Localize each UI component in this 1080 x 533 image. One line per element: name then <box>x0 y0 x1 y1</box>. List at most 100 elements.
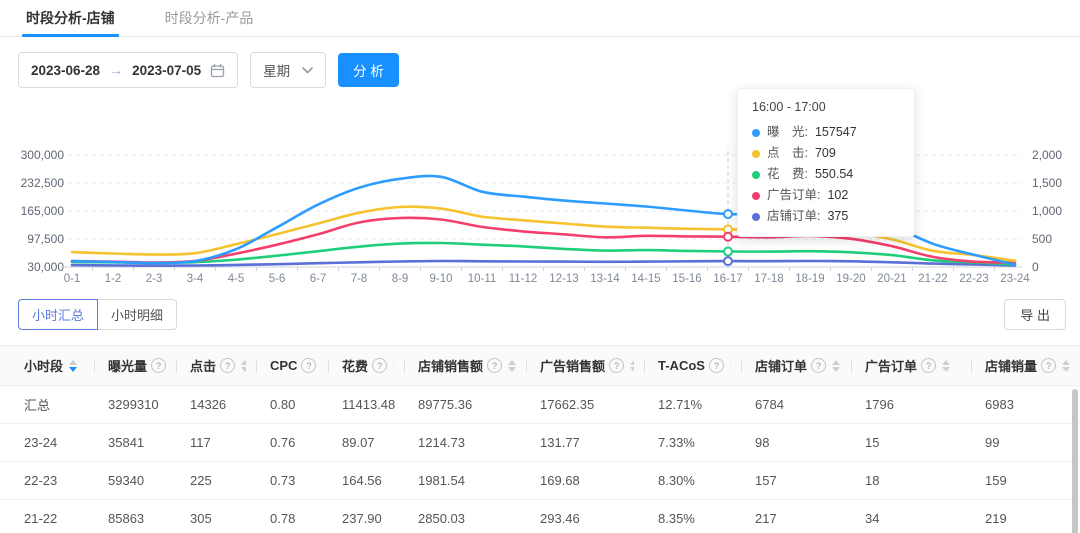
analyze-button[interactable]: 分 析 <box>338 53 399 87</box>
sort-desc-icon[interactable] <box>1062 366 1071 372</box>
column-header-T-ACoS[interactable]: T-ACoS? <box>634 345 738 386</box>
column-header-广告销售额[interactable]: 广告销售额? <box>516 345 639 386</box>
x-axis-label: 9-10 <box>429 273 452 285</box>
sort-asc-icon[interactable] <box>942 359 951 365</box>
table-toolbar: 小时汇总 小时明细 导 出 <box>18 299 1066 330</box>
table-cell: 17662.35 <box>516 385 634 424</box>
x-axis-label: 7-8 <box>351 273 368 285</box>
table-cell: 18 <box>841 461 961 500</box>
column-header-店铺销售额[interactable]: 店铺销售额? <box>394 345 517 386</box>
sort-icons[interactable] <box>832 359 841 372</box>
chart-tooltip: 16:00 - 17:00 曝 光: 157547 点 击: 709 花 费: 550.5… <box>737 88 915 237</box>
table-row: 22-23 59340 225 0.73 164.56 1981.54 169.68 8.30… <box>0 461 1080 500</box>
sort-icons[interactable] <box>942 359 951 372</box>
hour-summary-button[interactable]: 小时汇总 <box>18 299 99 330</box>
table-scrollbar[interactable] <box>1072 389 1078 533</box>
help-icon[interactable]: ? <box>811 358 827 373</box>
column-label: 广告订单 <box>865 359 918 374</box>
tooltip-item-value: 102 <box>827 188 849 202</box>
series-dot-icon <box>752 128 760 137</box>
left-axis-tick: 232,500 <box>21 176 65 190</box>
column-label: 点击 <box>190 359 217 374</box>
tab-shop-analysis[interactable]: 时段分析-店铺 <box>22 0 119 37</box>
column-header-广告订单[interactable]: 广告订单? <box>841 345 961 386</box>
column-header-花费[interactable]: 花费? <box>318 345 402 386</box>
x-axis-label: 11-12 <box>509 273 538 285</box>
x-axis-label: 8-9 <box>392 273 409 285</box>
sort-asc-icon[interactable] <box>1062 359 1071 365</box>
right-axis-tick: 0 <box>1032 260 1039 274</box>
column-label: T-ACoS <box>658 358 705 373</box>
x-axis-label: 6-7 <box>310 273 327 285</box>
sort-icons[interactable] <box>1062 359 1071 372</box>
help-icon[interactable]: ? <box>220 358 236 373</box>
table-cell: 6784 <box>731 385 841 424</box>
column-header-CPC[interactable]: CPC? <box>246 345 331 386</box>
date-start-value[interactable]: 2023-06-28 <box>31 63 100 78</box>
sort-asc-icon[interactable] <box>832 359 841 365</box>
left-axis-tick: 165,000 <box>21 204 65 218</box>
x-axis-label: 0-1 <box>64 273 81 285</box>
tooltip-item-value: 375 <box>827 209 849 223</box>
table-cell: 22-23 <box>0 461 84 500</box>
chevron-down-icon <box>302 66 313 73</box>
help-icon[interactable]: ? <box>487 358 503 373</box>
sort-desc-icon[interactable] <box>942 366 951 372</box>
table-cell: 225 <box>166 461 246 500</box>
column-header-点击[interactable]: 点击? <box>166 345 250 386</box>
table-cell: 23-24 <box>0 423 84 462</box>
help-icon[interactable]: ? <box>151 358 167 373</box>
table-cell: 11413.48 <box>318 385 395 424</box>
page: 时段分析-店铺 时段分析-产品 2023-06-28 → 2023-07-05 … <box>0 0 1080 533</box>
help-icon[interactable]: ? <box>609 358 625 373</box>
column-label: 店铺销售额 <box>418 359 484 374</box>
x-axis-label: 1-2 <box>105 273 122 285</box>
table-cell: 293.46 <box>516 499 634 533</box>
sort-icons[interactable] <box>69 359 78 372</box>
tooltip-item-label: 广告订单: <box>767 188 821 202</box>
x-axis-label: 15-16 <box>672 273 701 285</box>
help-icon[interactable]: ? <box>708 358 724 373</box>
tooltip-item: 花 费: 550.54 <box>752 164 900 185</box>
sort-desc-icon[interactable] <box>508 366 517 372</box>
help-icon[interactable]: ? <box>921 358 937 373</box>
tooltip-title: 16:00 - 17:00 <box>752 100 826 114</box>
sort-asc-icon[interactable] <box>69 359 78 365</box>
table-cell: 15 <box>841 423 961 462</box>
sort-asc-icon[interactable] <box>508 359 517 365</box>
help-icon[interactable]: ? <box>301 358 317 373</box>
table-cell: 0.76 <box>246 423 318 462</box>
sort-desc-icon[interactable] <box>69 366 78 372</box>
hover-marker-曝光 <box>723 209 733 220</box>
table-cell: 89.07 <box>318 423 394 462</box>
table-cell: 1981.54 <box>394 461 516 500</box>
tooltip-item: 店铺订单: 375 <box>752 206 900 227</box>
date-range-picker[interactable]: 2023-06-28 → 2023-07-05 <box>18 52 239 88</box>
column-header-店铺销量[interactable]: 店铺销量? <box>961 345 1080 386</box>
table-cell: 85863 <box>84 499 166 533</box>
help-icon[interactable]: ? <box>372 358 388 373</box>
column-header-店铺订单[interactable]: 店铺订单? <box>731 345 841 386</box>
table-cell: 3299310 <box>84 385 166 424</box>
table-cell: 0.78 <box>246 499 318 533</box>
sort-icons[interactable] <box>508 359 517 372</box>
tab-product-analysis-label: 时段分析-产品 <box>164 10 254 26</box>
granularity-select[interactable]: 星期 <box>250 52 327 88</box>
tab-bar: 时段分析-店铺 时段分析-产品 <box>0 0 1080 37</box>
tooltip-items: 曝 光: 157547 点 击: 709 花 费: 550.54 广告订单: 102 店铺订单:… <box>752 122 900 227</box>
line-chart[interactable]: 300,000 2,000 232,500 1,500 165,000 1,000 97,5… <box>0 93 1080 295</box>
help-icon[interactable]: ? <box>1041 358 1057 373</box>
date-end-value[interactable]: 2023-07-05 <box>132 63 201 78</box>
table-cell: 34 <box>841 499 961 533</box>
column-header-曝光量[interactable]: 曝光量? <box>84 345 181 386</box>
date-range-arrow-icon: → <box>109 62 124 78</box>
table-cell: 219 <box>961 499 1080 533</box>
sort-desc-icon[interactable] <box>832 366 841 372</box>
column-label: 曝光量 <box>108 359 148 374</box>
tab-product-analysis[interactable]: 时段分析-产品 <box>163 0 256 36</box>
table-cell: 164.56 <box>318 461 394 500</box>
column-header-小时段[interactable]: 小时段 <box>0 345 84 386</box>
tooltip-item-value: 550.54 <box>814 167 854 181</box>
hour-detail-button[interactable]: 小时明细 <box>97 299 178 330</box>
export-button[interactable]: 导 出 <box>1004 299 1066 330</box>
